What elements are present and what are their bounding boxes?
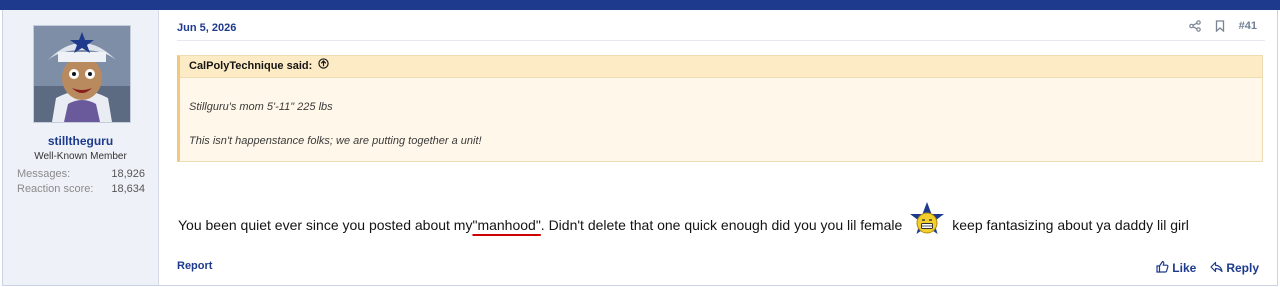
reply-button[interactable]: Reply bbox=[1210, 260, 1259, 276]
avatar[interactable] bbox=[33, 25, 131, 123]
body-text-after: keep fantasizing about ya daddy lil girl bbox=[952, 217, 1189, 233]
post-header-actions: #41 bbox=[1188, 20, 1257, 32]
thumbs-up-icon bbox=[1156, 260, 1169, 276]
star-smiley-icon bbox=[908, 201, 946, 239]
like-label: Like bbox=[1172, 261, 1197, 275]
reply-icon bbox=[1210, 261, 1223, 276]
share-icon[interactable] bbox=[1188, 20, 1201, 32]
body-text-middle: . Didn't delete that one quick enough di… bbox=[540, 217, 903, 233]
post-author-sidebar: stilltheguru Well-Known Member Messages:… bbox=[3, 10, 159, 285]
report-link[interactable]: Report bbox=[177, 260, 212, 272]
like-button[interactable]: Like bbox=[1156, 260, 1196, 276]
body-highlighted-text: "manhood" bbox=[472, 217, 541, 233]
stat-messages: Messages: 18,926 bbox=[17, 168, 145, 180]
arrow-up-circle-icon[interactable] bbox=[318, 56, 329, 77]
quote-block: CalPolyTechnique said: Stillguru's mom 5… bbox=[177, 55, 1263, 162]
author-username[interactable]: stilltheguru bbox=[3, 134, 158, 148]
post-body: You been quiet ever since you posted abo… bbox=[178, 202, 1189, 244]
post-container: stilltheguru Well-Known Member Messages:… bbox=[2, 10, 1278, 286]
header-divider bbox=[177, 40, 1265, 41]
quote-header[interactable]: CalPolyTechnique said: bbox=[180, 56, 1262, 78]
stat-label: Reaction score: bbox=[17, 183, 94, 195]
quote-line: Stillguru's mom 5'-11" 225 lbs bbox=[189, 101, 333, 113]
author-title: Well-Known Member bbox=[34, 151, 127, 162]
page: stilltheguru Well-Known Member Messages:… bbox=[0, 0, 1280, 287]
stat-value: 18,926 bbox=[111, 168, 145, 180]
top-accent-bar bbox=[0, 0, 1280, 10]
stat-label: Messages: bbox=[17, 168, 71, 180]
body-text-before: You been quiet ever since you posted abo… bbox=[178, 217, 473, 233]
reply-label: Reply bbox=[1226, 261, 1259, 275]
post-date[interactable]: Jun 5, 2026 bbox=[177, 22, 236, 34]
quote-author[interactable]: CalPolyTechnique said: bbox=[189, 56, 312, 77]
post-footer-actions: Like Reply bbox=[1156, 260, 1259, 276]
quote-line: This isn't happenstance folks; we are pu… bbox=[189, 135, 482, 147]
stat-value: 18,634 bbox=[111, 183, 145, 195]
stat-reaction-score: Reaction score: 18,634 bbox=[17, 183, 145, 195]
post-number[interactable]: #41 bbox=[1239, 20, 1257, 32]
bookmark-icon[interactable] bbox=[1215, 20, 1225, 32]
